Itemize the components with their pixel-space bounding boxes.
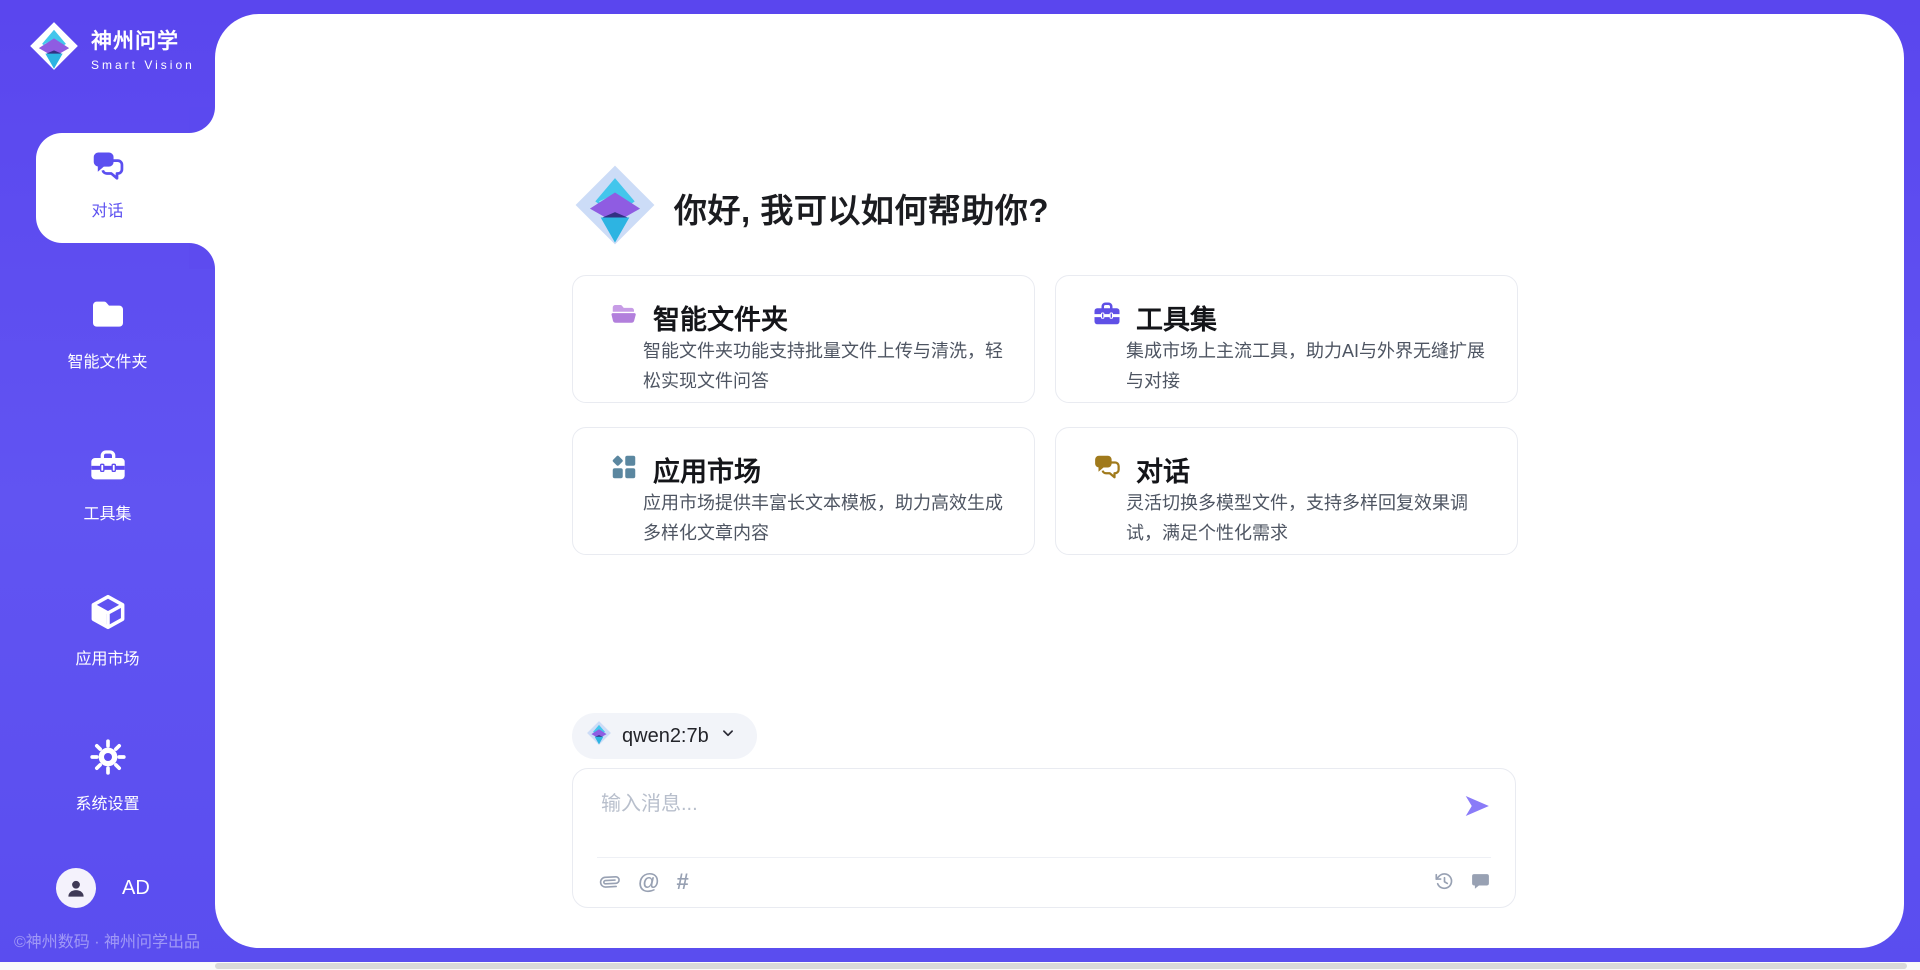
card-toolset[interactable]: 工具集 集成市场上主流工具，助力AI与外界无缝扩展与对接: [1055, 275, 1518, 403]
model-logo-diamond-icon: [586, 720, 612, 752]
brand-logo-diamond-icon: [28, 20, 80, 77]
card-description: 应用市场提供丰富长文本模板，助力高效生成多样化文章内容: [643, 488, 1017, 548]
chat-icon: [1092, 452, 1122, 487]
chat-icon: [90, 171, 126, 188]
user-account[interactable]: AD: [56, 868, 150, 908]
sidebar-item-toolset[interactable]: 工具集: [0, 447, 215, 524]
feature-cards: 智能文件夹 智能文件夹功能支持批量文件上传与清洗，轻松实现文件问答: [572, 275, 1518, 555]
avatar: [56, 868, 96, 908]
sidebar-item-label: 智能文件夹: [0, 348, 215, 372]
hash-icon[interactable]: #: [676, 871, 688, 893]
history-icon[interactable]: [1434, 871, 1455, 892]
gear-icon: [88, 764, 128, 781]
sidebar-item-label: 工具集: [0, 500, 215, 524]
card-smart-folder[interactable]: 智能文件夹 智能文件夹功能支持批量文件上传与清洗，轻松实现文件问答: [572, 275, 1035, 403]
folder-icon: [88, 322, 128, 339]
scrollbar-thumb[interactable]: [215, 963, 1907, 969]
sidebar-item-label: 应用市场: [0, 645, 215, 669]
sidebar-item-smart-folder[interactable]: 智能文件夹: [0, 295, 215, 372]
cube-icon: [88, 619, 128, 636]
card-title: 智能文件夹: [653, 298, 788, 337]
brand: 神州问学 Smart Vision: [28, 20, 195, 77]
message-icon[interactable]: [1470, 871, 1491, 892]
assistant-logo-diamond-icon: [572, 162, 658, 253]
toolbox-icon: [88, 474, 128, 491]
card-description: 灵活切换多模型文件，支持多样回复效果调试，满足个性化需求: [1126, 488, 1500, 548]
card-description: 集成市场上主流工具，助力AI与外界无缝扩展与对接: [1126, 336, 1500, 396]
sidebar-item-label: 系统设置: [0, 790, 215, 814]
sidebar: 神州问学 Smart Vision 对话 智能文件夹: [0, 0, 215, 970]
brand-title: 神州问学: [91, 25, 195, 55]
sidebar-item-label: 对话: [0, 197, 215, 221]
user-name: AD: [122, 877, 150, 900]
greeting-title: 你好, 我可以如何帮助你?: [674, 184, 1049, 232]
brand-subtitle: Smart Vision: [91, 58, 195, 72]
folder-open-icon: [609, 300, 639, 335]
send-icon[interactable]: [1461, 791, 1493, 823]
sidebar-item-app-market[interactable]: 应用市场: [0, 592, 215, 669]
model-selector[interactable]: qwen2:7b: [572, 713, 757, 759]
chevron-down-icon: [719, 724, 737, 748]
message-composer: @ #: [572, 768, 1516, 908]
composer-divider: [597, 857, 1491, 858]
active-tab-curve-bottom: [189, 243, 215, 269]
card-chat[interactable]: 对话 灵活切换多模型文件，支持多样回复效果调试，满足个性化需求: [1055, 427, 1518, 555]
card-title: 对话: [1136, 450, 1190, 489]
attach-icon[interactable]: [599, 871, 621, 893]
model-name: qwen2:7b: [622, 725, 709, 748]
card-title: 工具集: [1136, 298, 1217, 337]
horizontal-scrollbar[interactable]: [0, 962, 1920, 970]
card-description: 智能文件夹功能支持批量文件上传与清洗，轻松实现文件问答: [643, 336, 1017, 396]
mention-icon[interactable]: @: [638, 871, 659, 893]
card-title: 应用市场: [653, 450, 761, 489]
main-panel: 你好, 我可以如何帮助你? 智能文件夹 智能文件夹功能支持批量文件上传与清洗，轻…: [215, 14, 1904, 948]
app-grid-icon: [609, 452, 639, 487]
greeting-block: 你好, 我可以如何帮助你?: [572, 162, 1049, 253]
sidebar-footer: ©神州数码 · 神州问学出品: [14, 928, 200, 952]
sidebar-item-chat[interactable]: 对话: [0, 148, 215, 221]
active-tab-curve-top: [189, 107, 215, 133]
sidebar-item-settings[interactable]: 系统设置: [0, 737, 215, 814]
card-app-market[interactable]: 应用市场 应用市场提供丰富长文本模板，助力高效生成多样化文章内容: [572, 427, 1035, 555]
toolbox-icon: [1092, 300, 1122, 335]
message-input[interactable]: [601, 787, 1421, 821]
